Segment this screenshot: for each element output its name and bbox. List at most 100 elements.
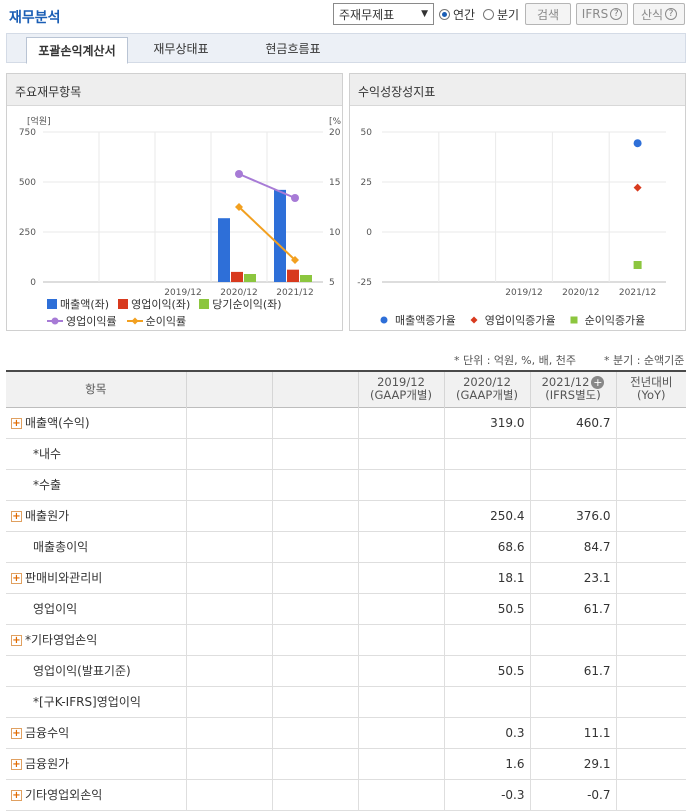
legend-op-growth: 영업이익증가율 [466,312,556,328]
table-row[interactable]: + 매출원가 250.4 376.0 [6,500,686,532]
radio-annual-label: 연간 [453,8,476,22]
point-op-growth [633,183,642,192]
value-cell-v2020: 50.5 [443,655,530,687]
page-title: 재무분석 [9,10,61,26]
value-cell-v2021: 11.1 [529,717,616,749]
legend-net-growth: 순이익증가율 [566,312,645,328]
expand-plus-icon[interactable]: + [11,418,22,429]
expand-plus-icon[interactable]: + [11,511,22,522]
value-cell-v2021: 23.1 [529,562,616,594]
row-label-cell: + 금융원가 [6,748,186,780]
expand-plus-icon[interactable]: + [11,728,22,739]
radio-annual[interactable]: 연간 [439,6,475,23]
blank-cell [271,500,358,532]
table-row[interactable]: + 판매비와관리비 18.1 23.1 [6,562,686,594]
blank-cell [185,531,272,563]
value-cell-v2020: 68.6 [443,531,530,563]
line-point [291,194,299,202]
legend-revenue: 매출액(좌) [47,296,109,312]
expand-plus-icon[interactable]: + [11,573,22,584]
bar-2 [244,274,256,282]
row-label-cell: + 판매비와관리비 [6,562,186,594]
value-cell-v2021 [529,624,616,656]
value-cell-v2020: 250.4 [443,500,530,532]
col-header-2019: 2019/12 (GAAP개별) [357,371,444,407]
search-button[interactable]: 검색 [525,3,571,25]
row-label: 매출총이익 [33,540,89,554]
value-cell-v2019 [357,717,444,749]
row-label: *수출 [33,478,62,492]
blank-cell [185,469,272,501]
blank-cell [185,624,272,656]
row-label: *기타영업손익 [25,633,98,647]
radio-unchecked-icon [483,9,494,20]
legend-net-income: 당기순이익(좌) [199,296,282,312]
col-header-blank [185,371,272,407]
value-cell-v2019 [357,748,444,780]
x-tick-label: 2020/12 [562,288,599,298]
table-row: 영업이익 50.5 61.7 [6,593,686,625]
radio-quarter[interactable]: 분기 [483,6,519,23]
row-label: 기타영업외손익 [25,788,103,802]
tab-balance-sheet[interactable]: 재무상태표 [138,34,224,62]
radio-checked-icon [439,9,450,20]
row-label: 금융원가 [25,757,70,771]
statement-type-select[interactable]: 주재무제표 ▼ [333,3,434,25]
row-label: 금융수익 [25,726,70,740]
row-label-cell: + 매출원가 [6,500,186,532]
blank-cell [185,717,272,749]
y-tick-label: 50 [361,128,373,138]
y-tick-label: -25 [357,278,372,288]
formula-button[interactable]: 산식 ? [633,3,685,25]
table-row[interactable]: + 매출액(수익) 319.0 460.7 [6,407,686,439]
table-row[interactable]: + *기타영업손익 [6,624,686,656]
value-cell-yoy [615,531,686,563]
expand-plus-icon[interactable]: + [11,790,22,801]
y2-tick-label: 15 [329,178,340,188]
blank-cell [185,562,272,594]
row-label: *[구K-IFRS]영업이익 [33,695,141,709]
value-cell-v2019 [357,531,444,563]
growth-legend: 매출액증가율 영업이익증가율 순이익증가율 [376,312,645,328]
blank-cell [185,500,272,532]
row-label-cell: + *기타영업손익 [6,624,186,656]
expand-plus-icon[interactable]: + [11,759,22,770]
value-cell-yoy [615,562,686,594]
blank-cell [271,779,358,811]
value-cell-v2021: 376.0 [529,500,616,532]
value-cell-v2020: 1.6 [443,748,530,780]
bar-1 [231,271,243,282]
value-cell-yoy [615,779,686,811]
value-cell-v2021: 61.7 [529,655,616,687]
value-cell-v2019 [357,407,444,439]
legend-rev-growth: 매출액증가율 [376,312,456,328]
financial-table: 항목 2019/12 (GAAP개별) 2020/12 (GAAP개별) 2021/… [6,370,686,811]
tab-income-statement[interactable]: 포괄손익계산서 [26,37,128,64]
value-cell-v2020: 0.3 [443,717,530,749]
bar-0 [218,218,230,282]
table-row[interactable]: + 금융원가 1.6 29.1 [6,748,686,780]
legend-op-margin: 영업이익률 [47,313,117,329]
value-cell-v2019 [357,593,444,625]
tab-cash-flow[interactable]: 현금흐름표 [245,34,341,62]
blank-cell [271,407,358,439]
financial-items-title: 주요재무항목 [7,74,342,106]
table-row: *내수 [6,438,686,470]
row-label: *내수 [33,447,62,461]
row-label-cell: 영업이익(발표기준) [6,655,186,687]
value-cell-v2019 [357,562,444,594]
blank-cell [271,717,358,749]
y-tick-label: 250 [19,228,36,238]
value-cell-v2021: 84.7 [529,531,616,563]
table-row[interactable]: + 기타영업외손익 -0.3 -0.7 [6,779,686,811]
value-cell-yoy [615,655,686,687]
table-row: *[구K-IFRS]영업이익 [6,686,686,718]
row-label: 매출원가 [25,509,70,523]
row-label-cell: *수출 [6,469,186,501]
expand-plus-icon[interactable]: + [11,635,22,646]
ifrs-button[interactable]: IFRS ? [576,3,628,25]
value-cell-v2021: 29.1 [529,748,616,780]
table-row[interactable]: + 금융수익 0.3 11.1 [6,717,686,749]
point-net-growth [633,261,642,269]
blank-cell [271,562,358,594]
